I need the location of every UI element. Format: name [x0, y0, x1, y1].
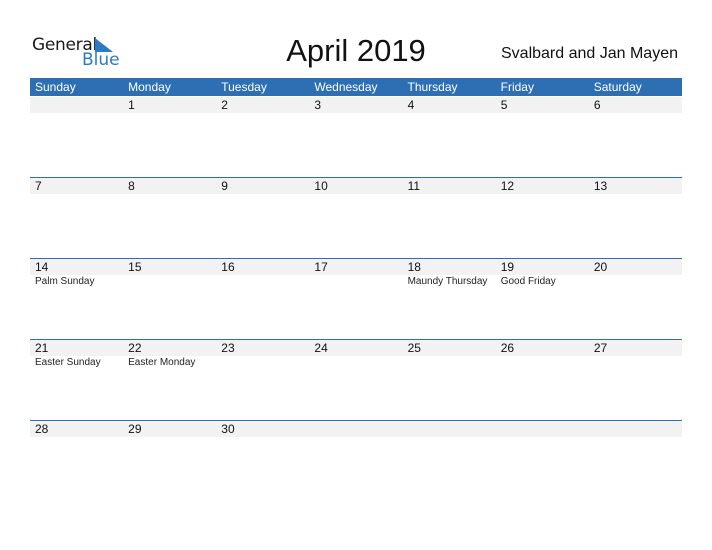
country-label: Svalbard and Jan Mayen — [501, 45, 678, 62]
day-number: 7 — [35, 179, 42, 193]
day-cell: 13 — [589, 178, 682, 258]
day-cell — [589, 421, 682, 501]
holiday-label: Maundy Thursday — [407, 276, 488, 287]
day-cell: 28 — [30, 421, 123, 501]
day-number: 18 — [407, 260, 421, 274]
day-number: 1 — [128, 98, 135, 112]
day-number: 30 — [221, 422, 235, 436]
day-cell: 1 — [123, 97, 216, 177]
weekday-header: Sunday Monday Tuesday Wednesday Thursday… — [30, 78, 682, 96]
day-number: 25 — [407, 341, 421, 355]
day-cell — [309, 421, 402, 501]
day-cell: 2 — [216, 97, 309, 177]
day-number: 10 — [314, 179, 328, 193]
weekday-saturday: Saturday — [593, 80, 642, 94]
day-cell: 22 Easter Monday — [123, 340, 216, 420]
day-number: 17 — [314, 260, 328, 274]
day-number: 20 — [593, 260, 608, 274]
day-number: 22 — [128, 341, 142, 355]
weekday-sunday: Sunday — [35, 80, 76, 94]
day-cell: 20 — [589, 259, 682, 339]
day-cell: 24 — [309, 340, 402, 420]
day-number: 5 — [500, 98, 508, 112]
holiday-label: Palm Sunday — [35, 276, 95, 287]
calendar-week: 7 8 9 10 11 12 13 — [30, 177, 682, 258]
holiday-label: Good Friday — [500, 276, 556, 287]
day-cell: 5 — [496, 97, 589, 177]
day-cell: 30 — [216, 421, 309, 501]
day-cell: 29 — [123, 421, 216, 501]
day-number: 12 — [500, 179, 515, 193]
day-cell: 26 — [496, 340, 589, 420]
day-cell: 21 Easter Sunday — [30, 340, 123, 420]
day-cell: 6 — [589, 97, 682, 177]
day-number: 21 — [35, 341, 49, 355]
weekday-wednesday: Wednesday — [314, 80, 378, 94]
day-cell: 11 — [403, 178, 496, 258]
day-number: 28 — [35, 422, 49, 436]
day-number: 2 — [221, 98, 228, 112]
day-number: 27 — [593, 341, 608, 355]
day-cell: 17 — [309, 259, 402, 339]
day-number: 15 — [128, 260, 142, 274]
day-cell: 25 — [403, 340, 496, 420]
weekday-monday: Monday — [128, 80, 171, 94]
day-cell: 12 — [496, 178, 589, 258]
day-cell: 23 — [216, 340, 309, 420]
calendar-week: 1 2 3 4 5 6 — [30, 97, 682, 177]
day-number: 9 — [221, 179, 228, 193]
day-number: 24 — [314, 341, 328, 355]
calendar-week: 14 Palm Sunday 15 16 17 18 Maundy Thursday 19 Go… — [30, 258, 682, 339]
day-cell: 15 — [123, 259, 216, 339]
day-cell: 18 Maundy Thursday — [403, 259, 496, 339]
holiday-label: Easter Monday — [128, 357, 196, 368]
weekday-friday: Friday — [500, 80, 534, 94]
day-cell: 19 Good Friday — [496, 259, 589, 339]
weekday-tuesday: Tuesday — [221, 80, 267, 94]
day-cell: 10 — [309, 178, 402, 258]
day-cell: 4 — [403, 97, 496, 177]
day-number: 23 — [221, 341, 235, 355]
day-number: 13 — [593, 179, 608, 193]
day-number: 3 — [314, 98, 322, 112]
day-cell: 9 — [216, 178, 309, 258]
day-cell: 7 — [30, 178, 123, 258]
day-number: 29 — [128, 422, 142, 436]
day-number: 11 — [407, 179, 421, 193]
day-cell — [496, 421, 589, 501]
day-number: 8 — [128, 179, 135, 193]
day-number: 26 — [500, 341, 515, 355]
day-cell: 8 — [123, 178, 216, 258]
day-cell: 27 — [589, 340, 682, 420]
calendar-week: 28 29 30 — [30, 420, 682, 501]
day-cell — [403, 421, 496, 501]
day-number: 4 — [407, 98, 415, 112]
day-number: 16 — [221, 260, 235, 274]
day-cell: 3 — [309, 97, 402, 177]
day-number: 14 — [35, 260, 49, 274]
weekday-thursday: Thursday — [407, 80, 458, 94]
holiday-label: Easter Sunday — [35, 357, 101, 368]
day-cell: 16 — [216, 259, 309, 339]
calendar-week: 21 Easter Sunday 22 Easter Monday 23 24 25 26 27 — [30, 339, 682, 420]
day-number: 19 — [500, 260, 515, 274]
day-number: 6 — [593, 98, 601, 112]
day-cell — [30, 97, 123, 177]
day-cell: 14 Palm Sunday — [30, 259, 123, 339]
